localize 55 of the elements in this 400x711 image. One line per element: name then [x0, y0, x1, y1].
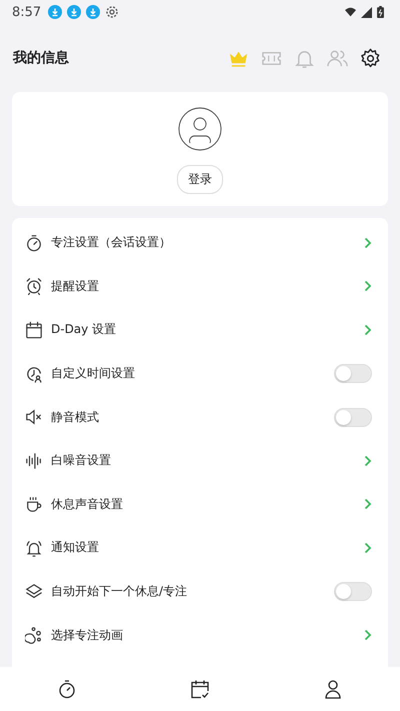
- chevron-icon: [364, 236, 372, 249]
- battery-icon: [377, 6, 384, 18]
- mute-icon: [25, 408, 43, 426]
- settings-label: 专注设置（会话设置）: [51, 234, 171, 252]
- settings-label: 选择专注动画: [51, 626, 123, 644]
- person-icon[interactable]: [323, 679, 344, 699]
- page-title: 我的信息: [13, 49, 69, 67]
- settings-item[interactable]: D-Day 设置: [12, 308, 388, 352]
- settings-item[interactable]: 选择专注动画: [12, 613, 388, 657]
- sound-wave-icon: [25, 452, 43, 470]
- toggle-switch[interactable]: [334, 364, 372, 384]
- settings-item[interactable]: 白噪音设置: [12, 438, 388, 483]
- settings-label: 通知设置: [51, 539, 99, 556]
- toggle-switch[interactable]: [334, 408, 372, 427]
- chevron-icon: [364, 542, 372, 554]
- timer-icon[interactable]: [56, 679, 77, 699]
- settings-item[interactable]: 静音模式: [12, 395, 388, 439]
- wifi-icon: [345, 6, 356, 18]
- settings-label: D-Day 设置: [51, 321, 116, 338]
- bell-ring-icon: [25, 538, 43, 557]
- settings-item[interactable]: 休息声音设置: [12, 482, 388, 526]
- status-time: 8:57: [12, 4, 42, 20]
- chevron-icon: [364, 629, 372, 642]
- alarm-icon: [25, 277, 43, 296]
- toggle-switch[interactable]: [334, 582, 372, 602]
- download-icon: [67, 5, 82, 19]
- settings-icon: [105, 5, 120, 19]
- login-button[interactable]: 登录: [177, 165, 223, 194]
- settings-label: 自动开始下一个休息/专注: [51, 583, 188, 600]
- avatar-icon: [178, 107, 222, 151]
- settings-label: 自定义时间设置: [51, 365, 135, 382]
- settings-item[interactable]: 专注设置（会话设置）: [12, 221, 388, 265]
- chevron-icon: [364, 454, 372, 467]
- download-icon: [86, 5, 100, 19]
- settings-label: 提醒设置: [51, 278, 99, 295]
- cup-icon: [25, 495, 43, 514]
- download-icon: [48, 5, 62, 19]
- calendar-icon: [25, 320, 43, 339]
- clock-user-icon: [25, 364, 43, 383]
- chevron-icon: [364, 498, 372, 510]
- signal-icon: [361, 6, 372, 18]
- settings-item[interactable]: 自动开始下一个休息/专注: [12, 570, 388, 614]
- settings-item[interactable]: 自定义时间设置: [12, 352, 388, 396]
- chevron-icon: [364, 280, 372, 292]
- layers-icon: [25, 582, 43, 601]
- bubbles-icon: [25, 626, 43, 644]
- settings-label: 静音模式: [51, 408, 99, 426]
- chevron-icon: [364, 324, 372, 336]
- settings-label: 休息声音设置: [51, 496, 123, 513]
- timer-icon: [25, 234, 43, 252]
- settings-icon[interactable]: [359, 46, 382, 70]
- settings-item[interactable]: 通知设置: [12, 526, 388, 570]
- settings-item[interactable]: 提醒设置: [12, 264, 388, 308]
- calendar-check-icon[interactable]: [190, 679, 210, 699]
- settings-label: 白噪音设置: [51, 452, 111, 470]
